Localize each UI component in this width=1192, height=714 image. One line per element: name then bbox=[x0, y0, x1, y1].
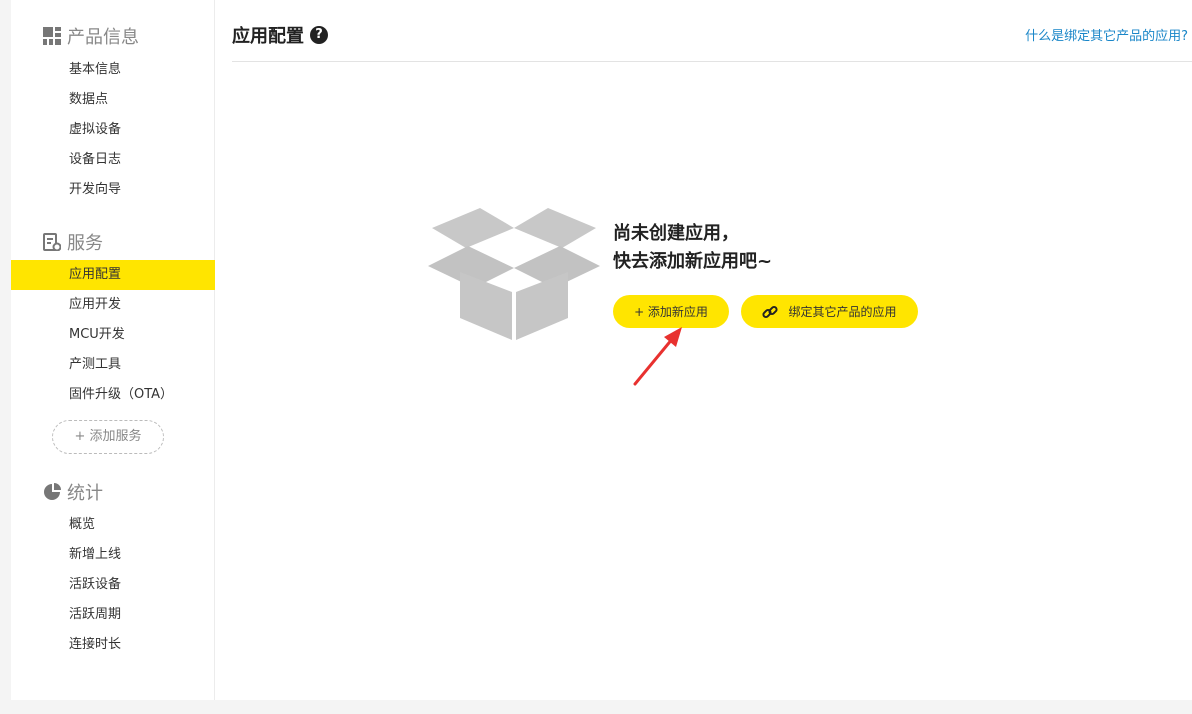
sidebar-item-basic-info[interactable]: 基本信息 bbox=[11, 55, 215, 85]
add-service-button[interactable]: + 添加服务 bbox=[52, 420, 164, 454]
empty-box-icon bbox=[428, 208, 600, 340]
sidebar-section-services: 服务 bbox=[43, 230, 103, 254]
sidebar-item-active-period[interactable]: 活跃周期 bbox=[11, 600, 215, 630]
add-new-app-button[interactable]: + 添加新应用 bbox=[613, 295, 729, 328]
help-link[interactable]: 什么是绑定其它产品的应用? bbox=[1025, 25, 1188, 44]
empty-state-message: 尚未创建应用， 快去添加新应用吧~ bbox=[613, 220, 772, 276]
add-new-app-label: + 添加新应用 bbox=[634, 305, 708, 319]
sidebar: 产品信息 基本信息 数据点 虚拟设备 设备日志 开发向导 服务 应用配置 应用开… bbox=[11, 0, 215, 700]
page-title: 应用配置 ? bbox=[232, 22, 328, 48]
annotation-arrow-icon bbox=[633, 327, 682, 386]
page-title-text: 应用配置 bbox=[232, 26, 304, 47]
sidebar-item-overview[interactable]: 概览 bbox=[11, 510, 215, 540]
sidebar-item-device-log[interactable]: 设备日志 bbox=[11, 145, 215, 175]
sidebar-item-app-config[interactable]: 应用配置 bbox=[11, 260, 215, 290]
sidebar-item-dev-guide[interactable]: 开发向导 bbox=[11, 175, 215, 205]
bind-other-app-label: 绑定其它产品的应用 bbox=[788, 305, 897, 319]
sidebar-section-title: 服务 bbox=[67, 233, 103, 254]
sidebar-item-virtual-device[interactable]: 虚拟设备 bbox=[11, 115, 215, 145]
link-icon bbox=[762, 305, 779, 318]
sidebar-item-test-tool[interactable]: 产测工具 bbox=[11, 350, 215, 380]
empty-state-line1: 尚未创建应用， bbox=[613, 223, 739, 244]
sidebar-item-new-online[interactable]: 新增上线 bbox=[11, 540, 215, 570]
sidebar-item-mcu-dev[interactable]: MCU开发 bbox=[11, 320, 215, 350]
sidebar-section-stats: 统计 bbox=[43, 480, 103, 504]
app-frame: 产品信息 基本信息 数据点 虚拟设备 设备日志 开发向导 服务 应用配置 应用开… bbox=[11, 0, 1192, 700]
help-icon[interactable]: ? bbox=[310, 26, 328, 44]
sidebar-item-app-dev[interactable]: 应用开发 bbox=[11, 290, 215, 320]
sidebar-item-active-devices[interactable]: 活跃设备 bbox=[11, 570, 215, 600]
sidebar-section-product-info: 产品信息 bbox=[43, 24, 139, 48]
bind-other-app-button[interactable]: 绑定其它产品的应用 bbox=[741, 295, 918, 328]
service-icon bbox=[43, 233, 61, 251]
sidebar-item-datapoints[interactable]: 数据点 bbox=[11, 85, 215, 115]
sidebar-item-ota[interactable]: 固件升级（OTA） bbox=[11, 380, 215, 410]
sidebar-section-title: 统计 bbox=[67, 483, 103, 504]
main-content: 应用配置 ? 什么是绑定其它产品的应用? 尚未创建应用， 快去添加新应用吧~ +… bbox=[232, 0, 1192, 700]
header-divider bbox=[232, 61, 1192, 62]
pie-chart-icon bbox=[44, 483, 61, 500]
sidebar-section-title: 产品信息 bbox=[67, 27, 139, 48]
empty-state-line2: 快去添加新应用吧~ bbox=[613, 251, 773, 272]
sidebar-item-connect-duration[interactable]: 连接时长 bbox=[11, 630, 215, 660]
grid-icon bbox=[43, 27, 61, 45]
